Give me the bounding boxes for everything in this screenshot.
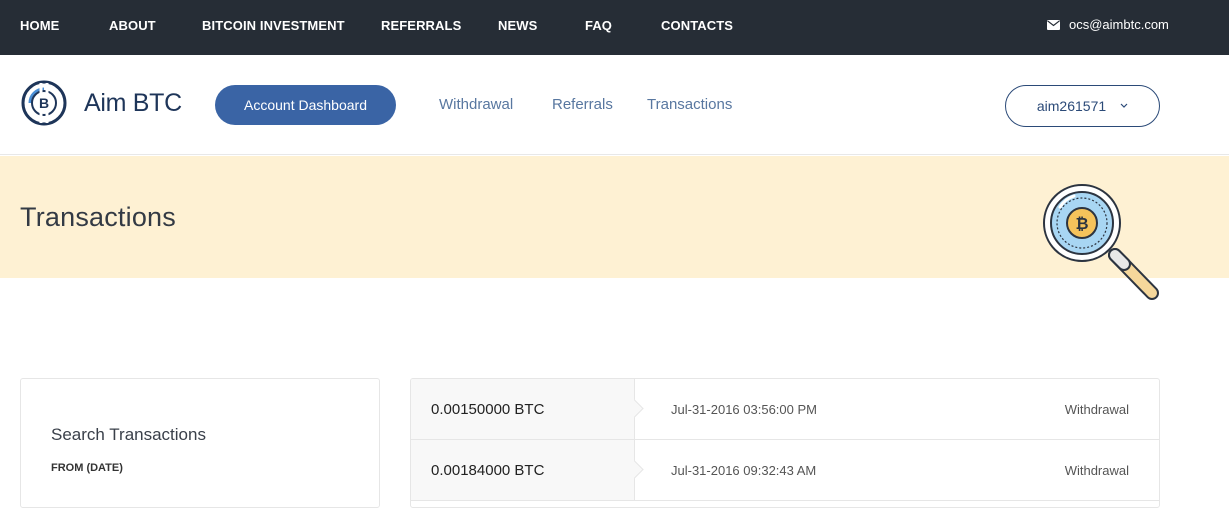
contact-email-text: ocs@aimbtc.com (1069, 17, 1169, 32)
nav-transactions[interactable]: Transactions (647, 96, 732, 113)
topnav-faq[interactable]: FAQ (585, 18, 612, 33)
table-row[interactable]: 0.00150000 BTC Jul-31-2016 03:56:00 PM W… (411, 379, 1159, 440)
transaction-type: Withdrawal (1064, 463, 1129, 478)
nav-withdrawal[interactable]: Withdrawal (439, 96, 513, 113)
search-title: Search Transactions (51, 425, 206, 444)
top-bar: HOME ABOUT BITCOIN INVESTMENT REFERRALS … (0, 0, 1229, 55)
transaction-amount: 0.00184000 BTC (411, 440, 635, 500)
chevron-down-icon (1120, 103, 1128, 108)
topnav-news[interactable]: NEWS (498, 18, 537, 33)
topnav-home[interactable]: HOME (20, 18, 59, 33)
logo[interactable]: B Aim BTC (20, 79, 182, 127)
page-title: Transactions (20, 202, 176, 232)
search-transactions-card: Search Transactions FROM (DATE) (20, 378, 380, 508)
envelope-icon (1047, 19, 1060, 30)
site-header: B Aim BTC Account Dashboard Withdrawal R… (0, 55, 1229, 155)
transaction-date: Jul-31-2016 09:32:43 AM (671, 463, 817, 478)
nav-referrals[interactable]: Referrals (552, 96, 613, 113)
username: aim261571 (1036, 98, 1107, 114)
bitcoin-magnifier-icon: ₿ (1043, 184, 1159, 300)
topnav-referrals[interactable]: REFERRALS (381, 18, 461, 33)
user-menu-button[interactable]: aim261571 (1005, 85, 1160, 127)
topnav-contacts[interactable]: CONTACTS (661, 18, 733, 33)
transaction-date: Jul-31-2016 03:56:00 PM (671, 402, 817, 417)
transactions-table: 0.00150000 BTC Jul-31-2016 03:56:00 PM W… (410, 378, 1160, 508)
topnav-about[interactable]: ABOUT (109, 18, 156, 33)
table-row[interactable]: 0.00184000 BTC Jul-31-2016 09:32:43 AM W… (411, 440, 1159, 501)
transaction-amount: 0.00150000 BTC (411, 379, 635, 439)
svg-text:B: B (39, 95, 49, 111)
transaction-type: Withdrawal (1064, 402, 1129, 417)
from-date-label: FROM (DATE) (51, 462, 123, 474)
account-dashboard-button[interactable]: Account Dashboard (215, 85, 396, 125)
aimbtc-logo-icon: B (21, 80, 67, 126)
contact-email[interactable]: ocs@aimbtc.com (1047, 17, 1169, 32)
topnav-bitcoin-investment[interactable]: BITCOIN INVESTMENT (202, 18, 345, 33)
logo-text: Aim BTC (84, 88, 182, 117)
svg-text:₿: ₿ (1075, 215, 1088, 233)
